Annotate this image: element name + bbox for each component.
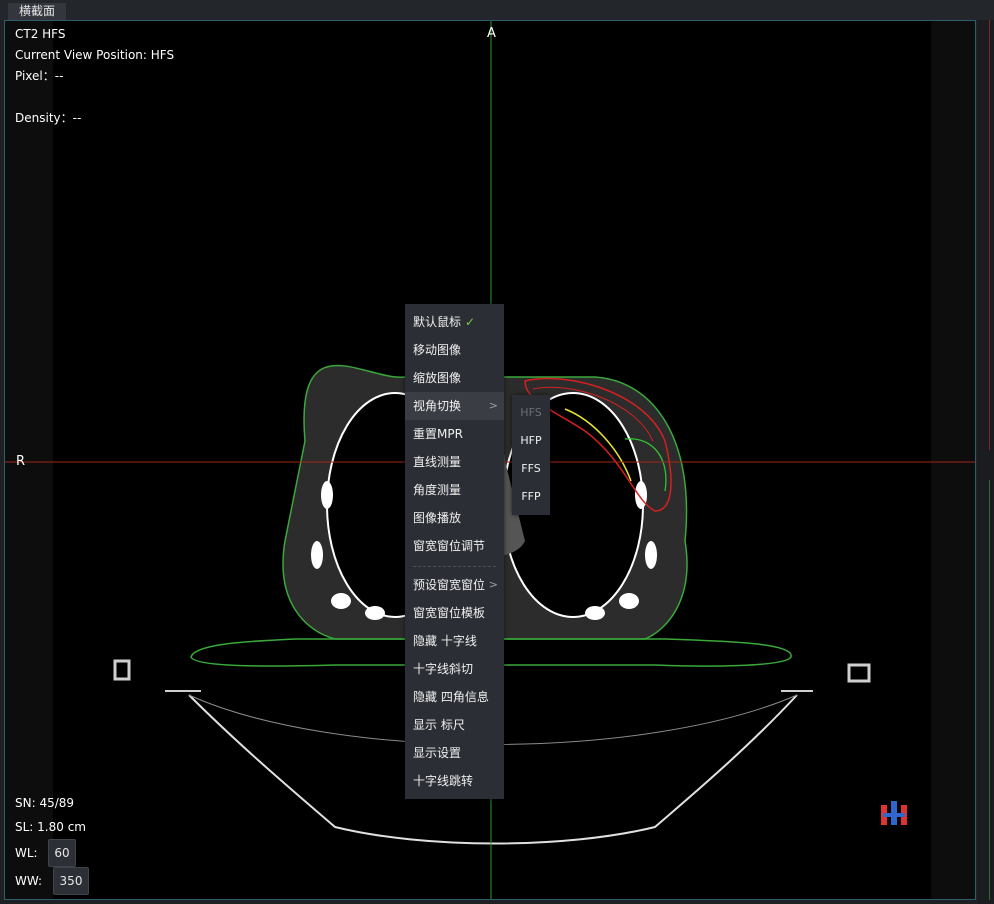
- density-readout: Density：--: [15, 111, 82, 125]
- view-switch-submenu: HFS HFP FFS FFP: [512, 395, 550, 515]
- chevron-right-icon: >: [488, 578, 498, 591]
- menu-item-angle-measure[interactable]: 角度测量: [405, 476, 504, 504]
- tab-transverse[interactable]: 横截面: [8, 3, 67, 20]
- menu-item-crosshair-oblique[interactable]: 十字线斜切: [405, 655, 504, 683]
- pixel-readout: Pixel：--: [15, 69, 64, 83]
- menu-item-move-image[interactable]: 移动图像: [405, 336, 504, 364]
- context-menu: 默认鼠标 ✓ 移动图像 缩放图像 视角切换 > 重置MPR 直线测量 角度测量 图像…: [405, 304, 504, 799]
- submenu-item-hfp[interactable]: HFP: [512, 427, 550, 455]
- menu-item-line-measure[interactable]: 直线测量: [405, 448, 504, 476]
- menu-item-view-switch[interactable]: 视角切换 >: [405, 392, 504, 420]
- menu-item-preset-window[interactable]: 预设窗宽窗位 >: [405, 571, 504, 599]
- image-viewport[interactable]: CT2 HFS Current View Position: HFS Pixel…: [4, 20, 976, 900]
- check-icon: ✓: [465, 315, 476, 329]
- menu-item-hide-corner-info[interactable]: 隐藏 四角信息: [405, 683, 504, 711]
- menu-item-image-play[interactable]: 图像播放: [405, 504, 504, 532]
- menu-item-display-settings[interactable]: 显示设置: [405, 739, 504, 767]
- chevron-right-icon: >: [488, 399, 498, 412]
- slice-number: SN: 45/89: [15, 796, 75, 810]
- menu-item-default-mouse[interactable]: 默认鼠标 ✓: [405, 308, 504, 336]
- view-position-label: Current View Position: HFS: [15, 48, 175, 62]
- ww-input[interactable]: 350: [53, 867, 89, 895]
- wl-label: WL:: [15, 846, 38, 860]
- orientation-top: A: [487, 26, 496, 41]
- submenu-item-ffp[interactable]: FFP: [512, 483, 550, 511]
- menu-item-zoom-image[interactable]: 缩放图像: [405, 364, 504, 392]
- wl-input[interactable]: 60: [48, 839, 76, 867]
- submenu-item-hfs: HFS: [520, 406, 542, 419]
- series-label: CT2 HFS: [15, 27, 66, 41]
- menu-item-window-template[interactable]: 窗宽窗位模板: [405, 599, 504, 627]
- menu-item-crosshair-jump[interactable]: 十字线跳转: [405, 767, 504, 795]
- menu-separator: [413, 566, 496, 567]
- slice-location: SL: 1.80 cm: [15, 820, 86, 834]
- menu-item-window-adjust[interactable]: 窗宽窗位调节: [405, 532, 504, 560]
- submenu-item-ffs[interactable]: FFS: [512, 455, 550, 483]
- menu-item-show-ruler[interactable]: 显示 标尺: [405, 711, 504, 739]
- menu-item-reset-mpr[interactable]: 重置MPR: [405, 420, 504, 448]
- ww-label: WW:: [15, 874, 43, 888]
- tab-bar: 横截面: [0, 0, 994, 20]
- orientation-left: R: [16, 454, 26, 469]
- right-panel-edge: [978, 20, 994, 904]
- menu-item-hide-crosshair[interactable]: 隐藏 十字线: [405, 627, 504, 655]
- logo-icon: [881, 801, 907, 825]
